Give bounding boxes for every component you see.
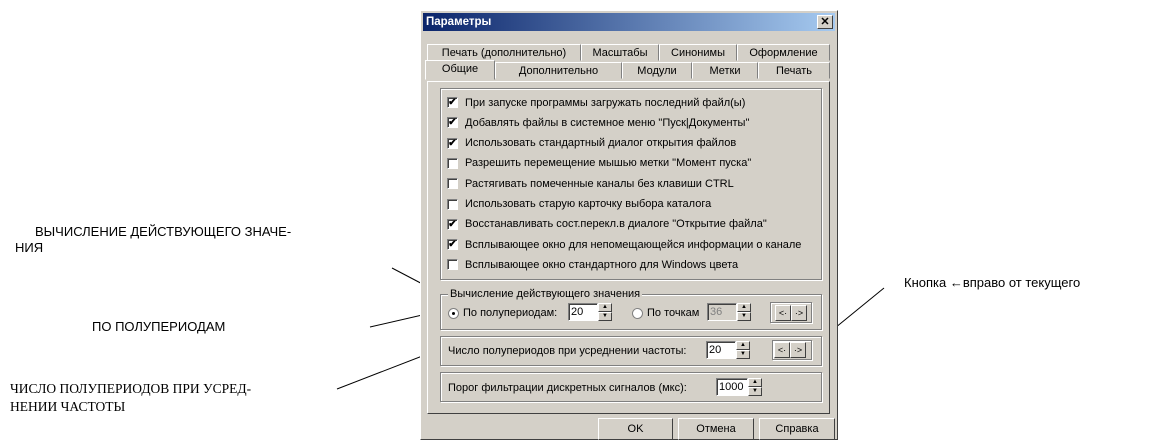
points-spinner[interactable]: ▲ ▼ <box>737 303 751 321</box>
option-label: Использовать старую карточку выбора ката… <box>465 198 712 210</box>
checkbox-checked-icon[interactable]: ✔ <box>447 218 458 230</box>
checkbox-checked-icon[interactable]: ✔ <box>447 239 458 251</box>
spin-up-icon: ▲ <box>748 378 762 387</box>
radio-half-periods-dot <box>448 307 459 319</box>
option-checkbox-row[interactable]: Разрешить перемещение мышью метки "Момен… <box>447 155 751 172</box>
rms-left-button[interactable]: <· <box>775 305 791 321</box>
tab-additional[interactable]: Дополнительно <box>495 62 622 79</box>
freq-right-button[interactable]: ·> <box>790 342 806 358</box>
option-label: Разрешить перемещение мышью метки "Момен… <box>465 157 752 170</box>
option-checkbox-row[interactable]: Использовать старую карточку выбора ката… <box>447 196 711 213</box>
tab-marks[interactable]: Метки <box>692 62 758 79</box>
option-label: Добавлять файлы в системное меню "Пуск|Д… <box>465 116 750 129</box>
dialog-titlebar: Параметры ✕ <box>423 13 835 31</box>
cancel-button[interactable]: Отмена <box>678 418 754 440</box>
tab-modules[interactable]: Модули <box>622 62 692 79</box>
help-button[interactable]: Справка <box>759 418 835 440</box>
ok-button[interactable]: OK <box>598 418 673 440</box>
option-checkbox-row[interactable]: ✔ При запуске программы загружать последн… <box>447 94 745 111</box>
tab-print-extra[interactable]: Печать (дополнительно) <box>427 44 581 61</box>
option-checkbox-row[interactable]: ✔ Использовать стандартный диалог открыти… <box>447 135 736 152</box>
radio-points[interactable]: По точкам <box>632 306 699 320</box>
option-checkbox-row[interactable]: ✔ Всплывающее окно для непомещающейся инф… <box>447 236 801 253</box>
checkbox-unchecked-icon[interactable] <box>447 198 458 210</box>
freq-left-button[interactable]: <· <box>774 342 790 358</box>
filter-label: Порог фильтрации дискретных сигналов (мк… <box>448 382 687 394</box>
option-label: При запуске программы загружать последни… <box>465 96 746 109</box>
freq-spinner[interactable]: ▲ ▼ <box>736 341 750 359</box>
option-label: Всплывающее окно стандартного для Window… <box>465 258 739 271</box>
spin-down-icon: ▼ <box>598 312 612 321</box>
spin-down-icon: ▼ <box>737 312 751 321</box>
spin-down-icon: ▼ <box>748 387 762 396</box>
radio-half-periods-label: По полупериодам: <box>463 307 558 319</box>
spin-up-icon: ▲ <box>737 303 751 312</box>
rms-right-button[interactable]: ·> <box>791 305 807 321</box>
option-label: Восстанавливать сост.перекл.в диалоге "О… <box>465 218 767 231</box>
freq-input[interactable]: 20 <box>706 341 736 359</box>
option-checkbox-row[interactable]: Всплывающее окно стандартного для Window… <box>447 256 738 273</box>
tab-design[interactable]: Оформление <box>737 44 830 61</box>
option-label: Растягивать помеченные каналы без клавиш… <box>465 177 734 190</box>
freq-label: Число полупериодов при усреднении частот… <box>448 345 687 357</box>
half-periods-spinner[interactable]: ▲ ▼ <box>598 303 612 321</box>
option-checkbox-row[interactable]: ✔ Восстанавливать сост.перекл.в диалоге "… <box>447 216 767 233</box>
radio-points-label: По точкам <box>647 307 700 319</box>
option-checkbox-row[interactable]: Растягивать помеченные каналы без клавиш… <box>447 175 734 192</box>
tab-synonyms[interactable]: Синонимы <box>659 44 737 61</box>
option-label: Использовать стандартный диалог открытия… <box>465 137 737 150</box>
radio-half-periods[interactable]: По полупериодам: <box>448 306 557 320</box>
checkbox-checked-icon[interactable]: ✔ <box>447 137 458 149</box>
checkbox-unchecked-icon[interactable] <box>447 259 458 271</box>
spin-down-icon: ▼ <box>736 350 750 359</box>
dialog-title: Параметры <box>426 16 492 28</box>
option-label: Всплывающее окно для непомещающейся инфо… <box>465 238 802 251</box>
filter-spinner[interactable]: ▲ ▼ <box>748 378 762 396</box>
rms-group-title: Вычисление действующего значения <box>448 287 643 301</box>
close-icon: ✕ <box>820 16 830 28</box>
close-button[interactable]: ✕ <box>817 15 833 29</box>
spin-up-icon: ▲ <box>598 303 612 312</box>
filter-input[interactable]: 1000 <box>716 378 748 396</box>
tab-general[interactable]: Общие <box>425 60 495 80</box>
checkbox-checked-icon[interactable]: ✔ <box>447 117 458 129</box>
option-checkbox-row[interactable]: ✔ Добавлять файлы в системное меню "Пуск|… <box>447 114 749 131</box>
tab-print[interactable]: Печать <box>758 62 830 79</box>
half-periods-input[interactable]: 20 <box>568 303 598 321</box>
tab-scales[interactable]: Масштабы <box>581 44 659 61</box>
radio-points-dot <box>632 307 643 319</box>
points-input[interactable]: 36 <box>707 303 737 321</box>
spin-up-icon: ▲ <box>736 341 750 350</box>
checkbox-checked-icon[interactable]: ✔ <box>447 97 458 108</box>
checkbox-unchecked-icon[interactable] <box>447 178 458 190</box>
checkbox-unchecked-icon[interactable] <box>447 157 458 169</box>
